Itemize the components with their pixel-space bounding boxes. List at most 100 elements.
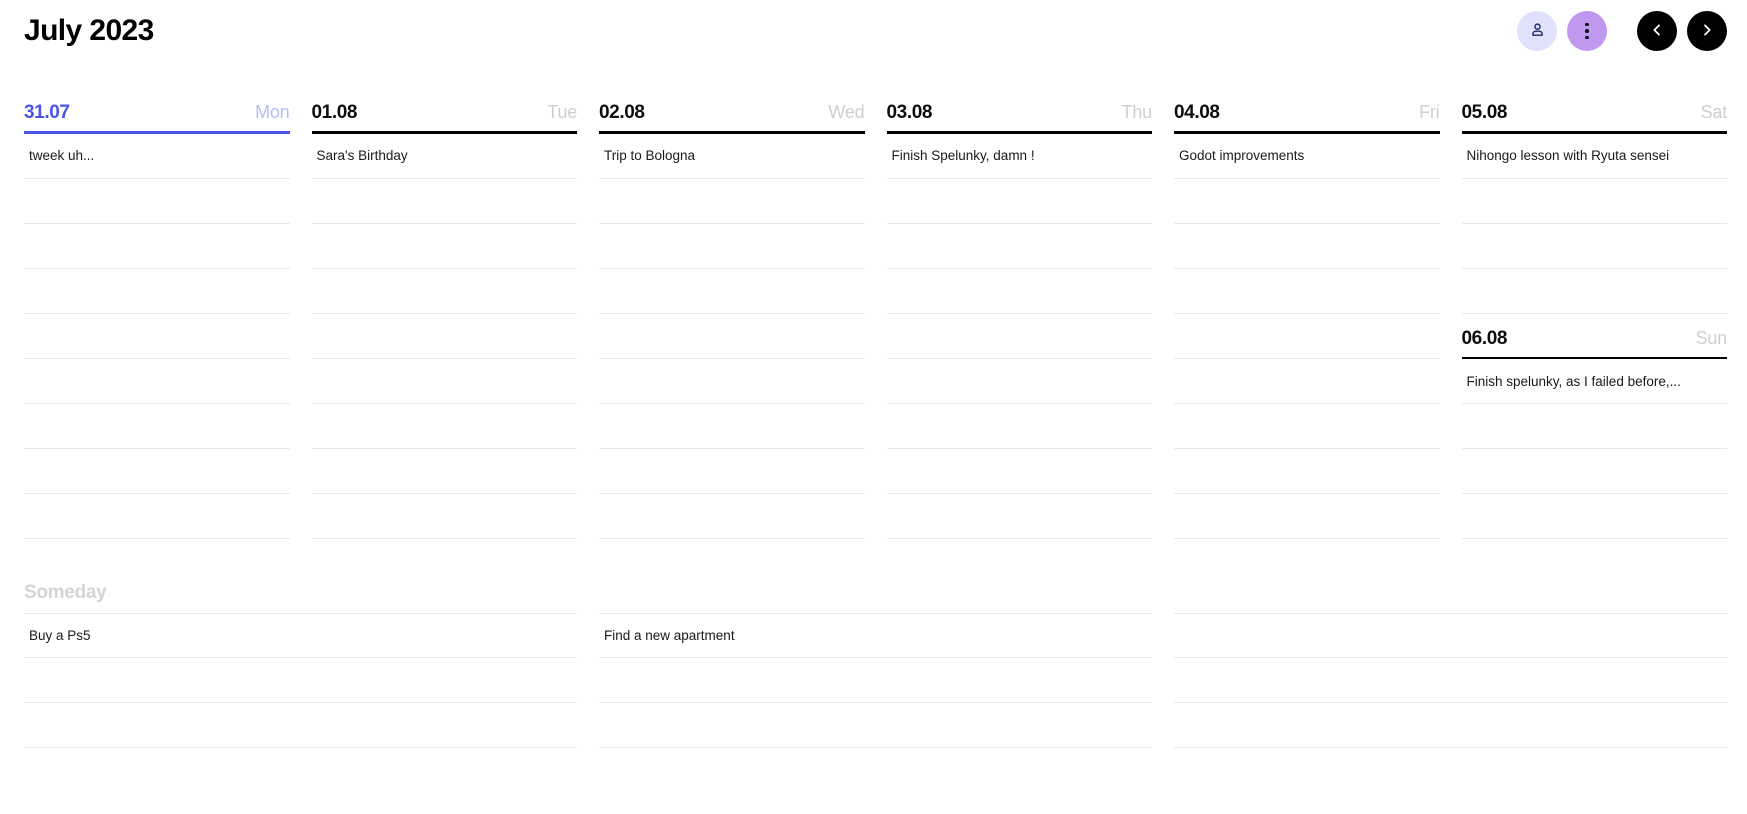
chevron-left-icon	[1649, 22, 1665, 41]
task-list: Finish Spelunky, damn !	[886, 134, 1152, 539]
task-row-empty[interactable]	[886, 494, 1152, 539]
task-row-empty[interactable]	[599, 179, 865, 224]
someday-heading: Someday	[24, 582, 107, 603]
task-row-empty[interactable]	[1461, 494, 1727, 539]
task-row-empty[interactable]	[24, 404, 290, 449]
task-row-empty[interactable]	[1174, 224, 1440, 269]
task-row-empty[interactable]	[1174, 314, 1440, 359]
task-row-empty[interactable]	[24, 224, 290, 269]
task-row-empty[interactable]	[311, 404, 577, 449]
day-date: 31.07	[24, 102, 70, 123]
day-header[interactable]: 01.08 Tue	[312, 102, 578, 131]
task-row-empty[interactable]	[311, 359, 577, 404]
task-row-empty[interactable]	[1461, 224, 1727, 269]
task-row-empty[interactable]	[886, 224, 1152, 269]
task-row[interactable]: Nihongo lesson with Ryuta sensei	[1461, 134, 1727, 179]
day-weekday: Tue	[547, 102, 577, 122]
someday-task-row-empty[interactable]	[1174, 703, 1727, 748]
task-row-empty[interactable]	[599, 224, 865, 269]
day-header[interactable]: 06.08 Sun	[1462, 328, 1728, 357]
task-row-empty[interactable]	[1461, 269, 1727, 314]
task-row[interactable]: Finish spelunky, as I failed before,...	[1461, 359, 1727, 404]
task-row-empty[interactable]	[24, 314, 290, 359]
task-row-empty[interactable]	[599, 314, 865, 359]
task-row-empty[interactable]	[311, 179, 577, 224]
task-row-empty[interactable]	[886, 179, 1152, 224]
someday-task-row-empty[interactable]	[24, 658, 577, 703]
task-row-empty[interactable]	[1174, 269, 1440, 314]
someday-task-row-empty[interactable]	[1174, 613, 1727, 658]
day-column-sat: 05.08 Sat Nihongo lesson with Ryuta sensei…	[1461, 102, 1728, 542]
someday-task-row-empty[interactable]	[599, 703, 1152, 748]
day-header[interactable]: 31.07 Mon	[24, 102, 290, 131]
task-row-empty[interactable]	[24, 269, 290, 314]
someday-task-row[interactable]: Buy a Ps5	[24, 613, 577, 658]
task-row-empty[interactable]	[599, 269, 865, 314]
task-row-empty[interactable]	[24, 359, 290, 404]
task-row-empty[interactable]	[599, 404, 865, 449]
task-row-empty[interactable]	[886, 359, 1152, 404]
day-column-wed: 02.08 Wed Trip to Bologna	[599, 102, 865, 542]
task-row[interactable]: Trip to Bologna	[599, 134, 865, 179]
task-row-empty[interactable]	[1174, 404, 1440, 449]
day-date: 01.08	[311, 102, 358, 123]
task-row-empty[interactable]	[311, 449, 577, 494]
task-row-empty[interactable]	[1174, 494, 1440, 539]
task-list: Finish spelunky, as I failed before,...	[1461, 359, 1727, 539]
header-actions	[1517, 11, 1727, 51]
day-column-thu: 03.08 Thu Finish Spelunky, damn !	[886, 102, 1153, 542]
task-row-empty[interactable]	[886, 269, 1152, 314]
task-row-empty[interactable]	[1174, 179, 1440, 224]
task-row-empty[interactable]	[24, 449, 290, 494]
user-icon	[1529, 21, 1546, 41]
task-list: Nihongo lesson with Ryuta sensei	[1461, 134, 1727, 314]
task-row-empty[interactable]	[24, 494, 290, 539]
next-week-button[interactable]	[1687, 11, 1727, 51]
task-row-empty[interactable]	[1461, 449, 1727, 494]
day-column-sun: 06.08 Sun Finish spelunky, as I failed bef…	[1461, 328, 1728, 539]
chevron-right-icon	[1699, 22, 1715, 41]
day-header[interactable]: 03.08 Thu	[887, 102, 1153, 131]
profile-button[interactable]	[1517, 11, 1557, 51]
someday-task-row[interactable]: Find a new apartment	[599, 613, 1152, 658]
task-row-empty[interactable]	[24, 179, 290, 224]
day-date: 02.08	[599, 102, 645, 123]
vertical-dots-icon	[1585, 22, 1589, 40]
task-row-empty[interactable]	[311, 269, 577, 314]
task-row-empty[interactable]	[311, 314, 577, 359]
someday-column	[1174, 613, 1727, 748]
task-row-empty[interactable]	[886, 404, 1152, 449]
day-header[interactable]: 02.08 Wed	[599, 102, 865, 131]
more-options-button[interactable]	[1567, 11, 1607, 51]
day-weekday: Sun	[1695, 327, 1728, 348]
task-row-empty[interactable]	[599, 494, 865, 539]
task-row-empty[interactable]	[886, 449, 1152, 494]
someday-column: Find a new apartment	[599, 613, 1152, 748]
task-row-empty[interactable]	[1174, 449, 1440, 494]
someday-task-row-empty[interactable]	[24, 703, 577, 748]
task-row[interactable]: Finish Spelunky, damn !	[886, 134, 1152, 179]
task-row-empty[interactable]	[1461, 404, 1727, 449]
someday-task-row-empty[interactable]	[1174, 658, 1727, 703]
task-row-empty[interactable]	[599, 449, 865, 494]
task-row-empty[interactable]	[1461, 179, 1727, 224]
day-header[interactable]: 04.08 Fri	[1174, 102, 1440, 131]
task-row[interactable]: Sara's Birthday	[311, 134, 577, 179]
previous-week-button[interactable]	[1637, 11, 1677, 51]
day-date: 05.08	[1461, 102, 1508, 123]
task-row-empty[interactable]	[886, 314, 1152, 359]
task-row-empty[interactable]	[599, 359, 865, 404]
someday-task-row-empty[interactable]	[599, 658, 1152, 703]
task-row-empty[interactable]	[311, 224, 577, 269]
someday-grid: Buy a Ps5 Find a new apartment	[24, 613, 1727, 748]
day-weekday: Sat	[1700, 102, 1728, 122]
task-row-empty[interactable]	[1174, 359, 1440, 404]
day-weekday: Mon	[255, 102, 290, 122]
task-row[interactable]: Godot improvements	[1174, 134, 1440, 179]
task-row[interactable]: tweek uh...	[24, 134, 290, 179]
day-date: 06.08	[1461, 327, 1508, 349]
someday-section: Someday Buy a Ps5 Find a new apartment	[0, 582, 1747, 748]
app-header: July 2023	[0, 0, 1747, 62]
task-row-empty[interactable]	[311, 494, 577, 539]
day-header[interactable]: 05.08 Sat	[1462, 102, 1728, 131]
